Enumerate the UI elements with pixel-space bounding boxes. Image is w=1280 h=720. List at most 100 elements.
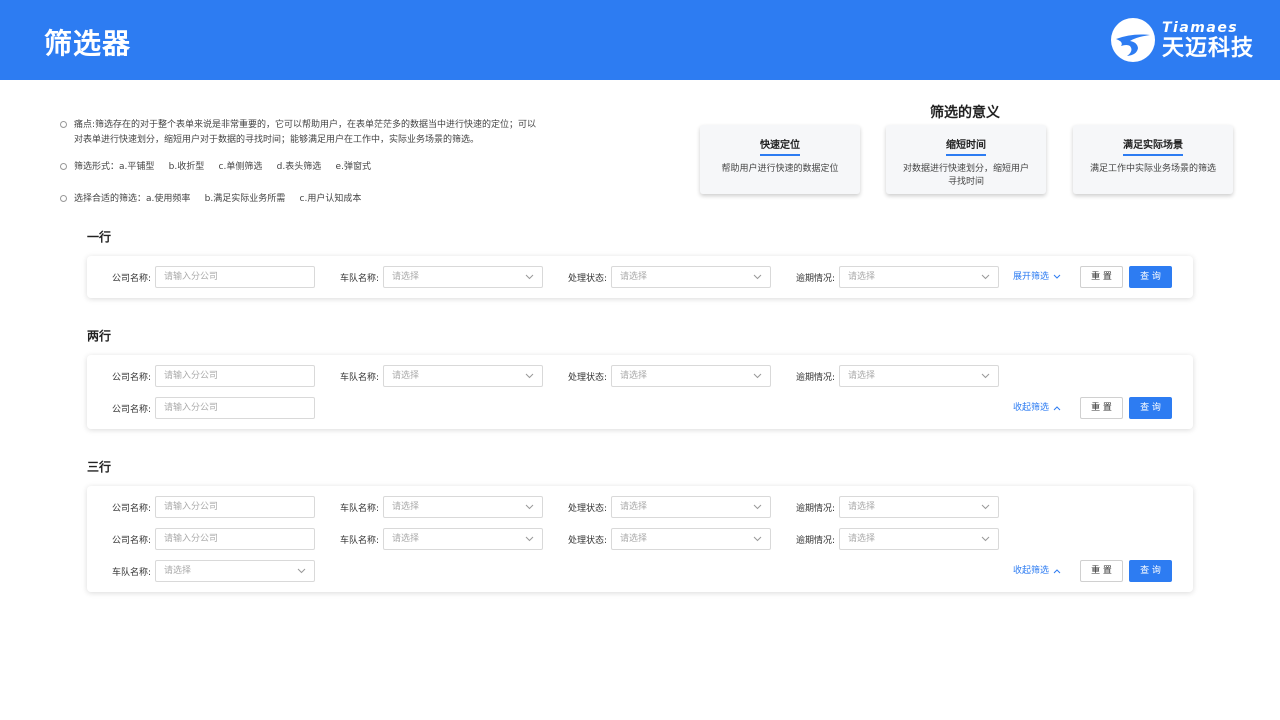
toggle-label: 收起筛选 (1013, 403, 1050, 413)
chevron-down-icon (981, 504, 990, 510)
company-label: 公司名称: (111, 535, 151, 546)
overdue-select[interactable]: 请选择 (839, 496, 999, 518)
select-placeholder: 请选择 (848, 272, 876, 282)
company-field: 公司名称: 请输入分公司 (103, 496, 315, 518)
select-placeholder: 请选择 (392, 272, 420, 282)
team-select[interactable]: 请选择 (383, 496, 543, 518)
chevron-down-icon (981, 373, 990, 379)
filter-panel-three: 公司名称: 请输入分公司 车队名称: 请选择 处理状态: 请选择 逾期情况: 请… (87, 486, 1193, 592)
status-field: 处理状态: 请选择 (559, 266, 771, 288)
chevron-down-icon (753, 274, 762, 280)
overdue-field: 逾期情况: 请选择 (787, 365, 999, 387)
query-button[interactable]: 查 询 (1129, 397, 1172, 419)
toggle-label: 收起筛选 (1013, 566, 1050, 576)
filter-panel-two: 公司名称: 请输入分公司 车队名称: 请选择 处理状态: 请选择 逾期情况: 请… (87, 355, 1193, 429)
status-field: 处理状态: 请选择 (559, 528, 771, 550)
team-select[interactable]: 请选择 (383, 266, 543, 288)
status-field: 处理状态: 请选择 (559, 365, 771, 387)
company-input[interactable]: 请输入分公司 (155, 397, 315, 419)
section-label-three: 三行 (87, 460, 112, 474)
company-label: 公司名称: (111, 372, 151, 383)
chevron-down-icon (1053, 274, 1061, 279)
page-title: 筛选器 (44, 27, 132, 60)
status-label: 处理状态: (567, 273, 607, 284)
team-select[interactable]: 请选择 (155, 560, 315, 582)
company-input[interactable]: 请输入分公司 (155, 266, 315, 288)
chevron-down-icon (525, 504, 534, 510)
reset-button[interactable]: 重 置 (1080, 266, 1123, 288)
team-label: 车队名称: (339, 372, 379, 383)
chevron-down-icon (525, 274, 534, 280)
team-label: 车队名称: (339, 535, 379, 546)
status-label: 处理状态: (567, 372, 607, 383)
meaning-card: 缩短时间 对数据进行快速划分，缩短用户寻找时间 (886, 125, 1046, 194)
overdue-field: 逾期情况: 请选择 (787, 496, 999, 518)
team-field: 车队名称: 请选择 (331, 528, 543, 550)
bullet-circle-icon (60, 195, 67, 202)
bullet-circle-icon (60, 163, 67, 170)
company-label: 公司名称: (111, 404, 151, 415)
company-label: 公司名称: (111, 273, 151, 284)
company-field: 公司名称: 请输入分公司 (103, 266, 315, 288)
section-label-two: 两行 (87, 329, 112, 343)
reset-button[interactable]: 重 置 (1080, 560, 1123, 582)
query-button[interactable]: 查 询 (1129, 560, 1172, 582)
overdue-select[interactable]: 请选择 (839, 365, 999, 387)
chevron-down-icon (753, 536, 762, 542)
chevron-up-icon (1053, 406, 1061, 411)
toggle-label: 展开筛选 (1013, 272, 1050, 282)
overdue-field: 逾期情况: 请选择 (787, 266, 999, 288)
team-field: 车队名称: 请选择 (331, 365, 543, 387)
bullet-circle-icon (60, 121, 67, 128)
chevron-down-icon (753, 504, 762, 510)
brand: Tiamaes 天迈科技 (1110, 16, 1254, 64)
meaning-title: 筛选的意义 (930, 105, 1000, 121)
select-placeholder: 请选择 (620, 371, 648, 381)
overdue-select[interactable]: 请选择 (839, 266, 999, 288)
team-select[interactable]: 请选择 (383, 365, 543, 387)
status-select[interactable]: 请选择 (611, 528, 771, 550)
status-label: 处理状态: (567, 535, 607, 546)
company-field: 公司名称: 请输入分公司 (103, 528, 315, 550)
team-field: 车队名称: 请选择 (331, 496, 543, 518)
company-input[interactable]: 请输入分公司 (155, 365, 315, 387)
team-field: 车队名称: 请选择 (331, 266, 543, 288)
collapse-filter-link[interactable]: 收起筛选 (1013, 397, 1061, 419)
header-bar: 筛选器 Tiamaes 天迈科技 (0, 0, 1280, 80)
chevron-down-icon (525, 536, 534, 542)
company-input[interactable]: 请输入分公司 (155, 496, 315, 518)
reset-button[interactable]: 重 置 (1080, 397, 1123, 419)
collapse-filter-link[interactable]: 收起筛选 (1013, 560, 1061, 582)
overdue-field: 逾期情况: 请选择 (787, 528, 999, 550)
team-label: 车队名称: (111, 567, 151, 578)
company-input[interactable]: 请输入分公司 (155, 528, 315, 550)
select-placeholder: 请选择 (620, 534, 648, 544)
card-title: 满足实际场景 (1123, 136, 1183, 156)
overdue-label: 逾期情况: (795, 535, 835, 546)
status-select[interactable]: 请选择 (611, 266, 771, 288)
chevron-down-icon (981, 274, 990, 280)
point-text: 痛点:筛选存在的对于整个表单来说是非常重要的，它可以帮助用户，在表单茫茫多的数据… (74, 120, 537, 130)
team-select[interactable]: 请选择 (383, 528, 543, 550)
filter-panel-one: 公司名称: 请输入分公司 车队名称: 请选择 处理状态: 请选择 逾期情况: 请… (87, 256, 1193, 298)
status-select[interactable]: 请选择 (611, 496, 771, 518)
point-item: 选择合适的筛选：a.使用频率 b.满足实际业务所需 c.用户认知成本 (60, 192, 361, 207)
expand-filter-link[interactable]: 展开筛选 (1013, 266, 1061, 288)
point-text: 对表单进行快速划分，缩短用户对于数据的寻找时间；能够满足用户在工作中，实际业务场… (74, 135, 480, 145)
overdue-label: 逾期情况: (795, 503, 835, 514)
query-button[interactable]: 查 询 (1129, 266, 1172, 288)
select-placeholder: 请选择 (848, 534, 876, 544)
point-text: 选择合适的筛选：a.使用频率 b.满足实际业务所需 c.用户认知成本 (74, 194, 362, 204)
company-field: 公司名称: 请输入分公司 (103, 365, 315, 387)
meaning-card: 快速定位 帮助用户进行快速的数据定位 (700, 125, 860, 194)
team-label: 车队名称: (339, 503, 379, 514)
section-label-one: 一行 (87, 230, 112, 244)
select-placeholder: 请选择 (848, 502, 876, 512)
point-item: 痛点:筛选存在的对于整个表单来说是非常重要的，它可以帮助用户，在表单茫茫多的数据… (60, 118, 536, 148)
status-label: 处理状态: (567, 503, 607, 514)
select-placeholder: 请选择 (848, 371, 876, 381)
select-placeholder: 请选择 (620, 272, 648, 282)
overdue-select[interactable]: 请选择 (839, 528, 999, 550)
chevron-down-icon (981, 536, 990, 542)
status-select[interactable]: 请选择 (611, 365, 771, 387)
